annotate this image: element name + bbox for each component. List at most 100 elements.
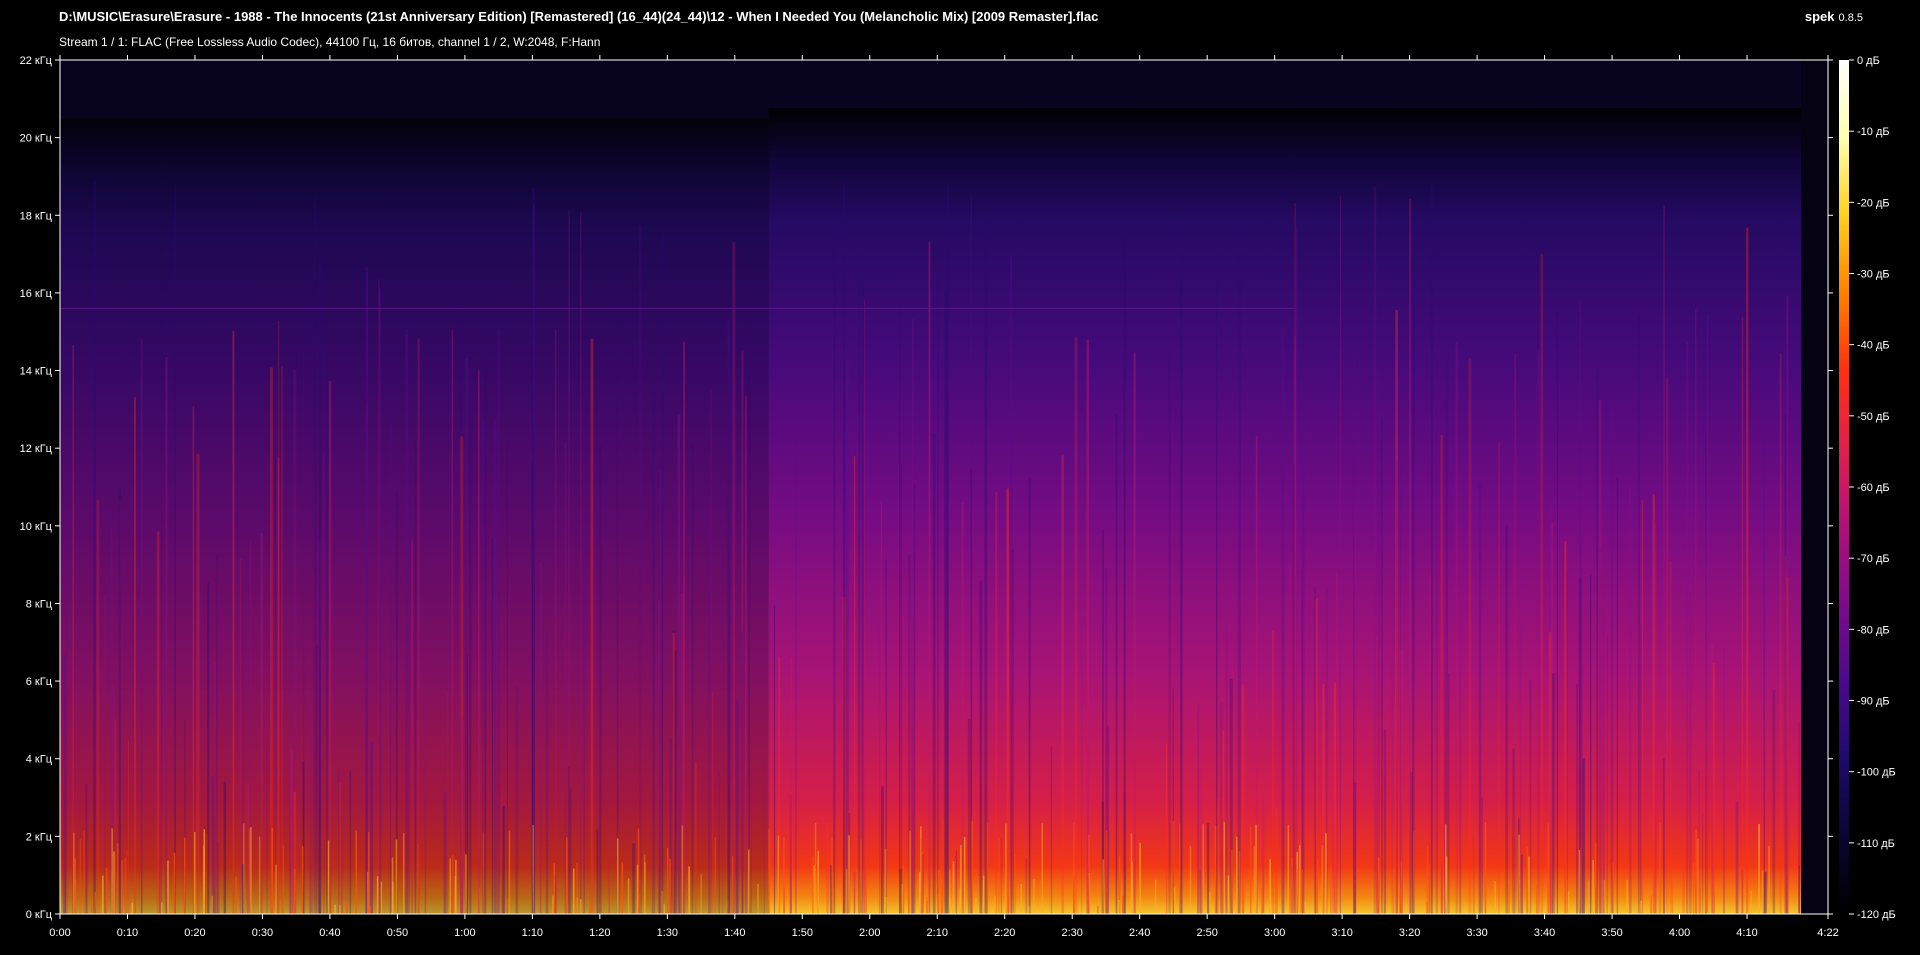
db-tick-label: -20 дБ xyxy=(1857,197,1890,209)
spectral-stripe xyxy=(861,270,864,914)
x-tick-label: 4:22 xyxy=(1817,927,1838,939)
spectral-stripe xyxy=(568,211,570,914)
spectral-stripe xyxy=(955,850,958,914)
spectral-stripe xyxy=(1772,690,1776,914)
low-freq-energy xyxy=(907,886,910,914)
spectral-stripe xyxy=(632,843,636,914)
spectral-stripe xyxy=(1080,413,1083,914)
low-freq-energy xyxy=(960,845,962,914)
spectral-stripe xyxy=(858,227,861,914)
spectral-stripe xyxy=(745,395,747,915)
spectral-stripe xyxy=(899,304,901,914)
low-freq-energy xyxy=(909,830,911,914)
spectral-stripe xyxy=(1050,745,1053,914)
low-freq-energy xyxy=(1413,831,1415,914)
spectral-stripe xyxy=(1352,356,1355,914)
spectral-stripe xyxy=(545,634,549,914)
spectral-stripe xyxy=(446,691,448,914)
low-freq-energy xyxy=(1768,845,1770,914)
low-freq-energy xyxy=(532,824,534,914)
low-freq-energy xyxy=(1097,906,1099,914)
spectral-stripe xyxy=(944,294,948,915)
low-freq-energy xyxy=(121,859,123,914)
spectral-stripe xyxy=(913,483,916,914)
spectral-stripe xyxy=(424,703,427,914)
spectral-stripe xyxy=(497,329,500,915)
spectral-stripe xyxy=(1590,574,1592,914)
spectral-stripe xyxy=(1682,851,1686,914)
spectral-stripe xyxy=(1289,562,1291,914)
spectral-stripe xyxy=(1779,353,1782,914)
spectral-stripe xyxy=(216,554,218,914)
low-freq-energy xyxy=(369,906,371,914)
spectral-stripe xyxy=(156,531,160,914)
spectral-stripe xyxy=(93,180,96,914)
spectral-stripe xyxy=(1086,339,1090,915)
spectral-stripe xyxy=(515,685,519,914)
spectral-stripe xyxy=(165,357,168,915)
low-freq-energy xyxy=(777,835,780,914)
spectral-stripe xyxy=(570,788,572,914)
spectral-stripe xyxy=(1606,634,1609,914)
spectral-stripe xyxy=(493,421,497,914)
low-freq-energy xyxy=(167,860,169,914)
y-tick-label: 6 кГц xyxy=(26,676,53,688)
x-tick-label: 3:10 xyxy=(1331,927,1352,939)
low-freq-energy xyxy=(845,869,848,914)
spectral-stripe xyxy=(1637,315,1640,915)
y-tick-label: 16 кГц xyxy=(20,288,53,300)
quiet-section xyxy=(161,118,769,914)
spectral-stripe xyxy=(408,506,410,914)
low-freq-energy xyxy=(1173,887,1176,914)
low-freq-energy xyxy=(452,855,454,914)
low-freq-energy xyxy=(814,822,817,914)
spectral-stripe xyxy=(96,499,100,914)
spectral-stripe xyxy=(1410,771,1413,914)
low-freq-energy xyxy=(1020,883,1022,914)
spectral-stripe xyxy=(1314,586,1316,914)
low-freq-energy xyxy=(666,847,669,914)
spectral-stripe xyxy=(141,343,143,914)
spectral-stripe xyxy=(1686,341,1689,915)
low-freq-energy xyxy=(1189,846,1192,914)
spectral-stripe xyxy=(911,319,914,914)
low-freq-energy xyxy=(1758,824,1760,914)
spectral-stripe xyxy=(845,358,849,914)
low-freq-energy xyxy=(1041,823,1044,914)
spectral-stripe xyxy=(1481,797,1483,914)
spectral-stripe xyxy=(732,242,736,914)
low-freq-energy xyxy=(817,850,820,914)
db-tick-label: -110 дБ xyxy=(1857,838,1895,850)
spectral-stripe xyxy=(1216,799,1220,914)
low-freq-energy xyxy=(1426,844,1429,914)
spectral-stripe xyxy=(1168,355,1171,914)
low-freq-energy xyxy=(1547,823,1549,914)
spectral-stripe xyxy=(316,645,318,914)
low-freq-energy xyxy=(1377,898,1380,914)
x-tick-label: 1:50 xyxy=(792,927,813,939)
spectral-stripe xyxy=(1540,254,1544,915)
y-tick-label: 20 кГц xyxy=(20,133,53,145)
spectral-stripe xyxy=(878,619,881,914)
low-freq-energy xyxy=(963,837,966,914)
x-tick-label: 0:40 xyxy=(319,927,340,939)
spectral-stripe xyxy=(1448,673,1450,914)
spectral-stripe xyxy=(658,600,660,914)
db-tick-label: -120 дБ xyxy=(1857,909,1896,921)
low-freq-energy xyxy=(1249,826,1252,914)
low-freq-energy xyxy=(1699,886,1701,914)
y-tick-label: 10 кГц xyxy=(20,521,53,533)
spectral-stripe xyxy=(596,829,599,914)
colorbar-gradient xyxy=(1839,60,1849,914)
spectral-stripe xyxy=(1505,525,1509,914)
spectral-stripe xyxy=(1468,358,1472,914)
spectral-stripe xyxy=(491,537,493,914)
low-freq-energy xyxy=(1209,892,1211,914)
spectral-stripe xyxy=(1711,644,1714,914)
low-freq-energy xyxy=(813,865,815,914)
low-freq-energy xyxy=(566,837,568,914)
spectral-stripe xyxy=(1102,529,1104,914)
spectral-stripe xyxy=(853,456,856,914)
low-freq-energy xyxy=(508,830,511,914)
spectral-stripe xyxy=(1705,435,1707,914)
